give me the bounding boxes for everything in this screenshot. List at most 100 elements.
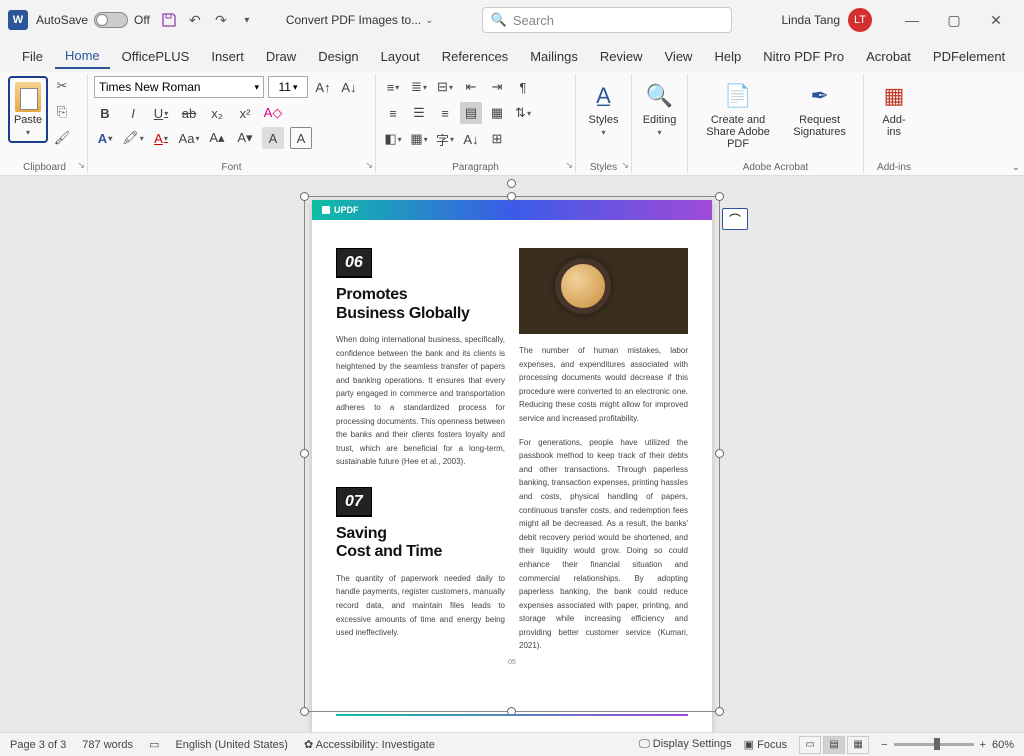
font-name-select[interactable]: Times New Roman▾ [94, 76, 264, 98]
tab-references[interactable]: References [432, 45, 518, 68]
justify-icon[interactable]: ▤ [460, 102, 482, 124]
change-case-icon[interactable]: Aa [178, 127, 200, 149]
addins-button[interactable]: ▦ Add-ins [870, 76, 918, 142]
search-input[interactable]: 🔍 Search [482, 7, 732, 33]
align-left-icon[interactable]: ≡ [382, 102, 404, 124]
maximize-button[interactable]: ▢ [934, 5, 974, 35]
sort-icon[interactable]: A↓ [460, 128, 482, 150]
shrink-font2-icon[interactable]: A▾ [234, 127, 256, 149]
line-spacing-icon[interactable]: ⇅ [512, 102, 534, 124]
redo-icon[interactable]: ↷ [210, 9, 232, 31]
read-mode-icon[interactable]: ▭ [799, 736, 821, 754]
shrink-font-icon[interactable]: A↓ [338, 76, 360, 98]
styles-button[interactable]: A̲ Styles ▾ [582, 76, 625, 141]
tab-foxit[interactable]: Foxit PDF [1017, 45, 1024, 68]
tab-draw[interactable]: Draw [256, 45, 306, 68]
web-layout-icon[interactable]: ▦ [847, 736, 869, 754]
avatar[interactable]: LT [848, 8, 872, 32]
language-indicator[interactable]: English (United States) [175, 739, 288, 751]
italic-button[interactable]: I [122, 102, 144, 124]
char-shading-icon[interactable]: A [262, 127, 284, 149]
tab-review[interactable]: Review [590, 45, 653, 68]
superscript-button[interactable]: x² [234, 102, 256, 124]
font-size-select[interactable]: 11▾ [268, 76, 308, 98]
undo-icon[interactable]: ↶ [184, 9, 206, 31]
layout-options-icon[interactable]: ⌒ [722, 208, 748, 230]
show-marks-icon[interactable]: ¶ [512, 76, 534, 98]
strikethrough-button[interactable]: ab [178, 102, 200, 124]
bullets-icon[interactable]: ≡ [382, 76, 404, 98]
cut-icon[interactable]: ✂ [52, 76, 72, 96]
user-name[interactable]: Linda Tang [782, 13, 841, 27]
snap-icon[interactable]: ⊞ [486, 128, 508, 150]
increase-indent-icon[interactable]: ⇥ [486, 76, 508, 98]
autosave-toggle[interactable]: AutoSave Off [36, 12, 150, 28]
subscript-button[interactable]: x₂ [206, 102, 228, 124]
resize-handle[interactable] [507, 192, 516, 201]
tab-layout[interactable]: Layout [371, 45, 430, 68]
clipboard-launcher[interactable]: ↘ [77, 160, 85, 171]
resize-handle[interactable] [715, 707, 724, 716]
highlight-icon[interactable]: 🖍 [122, 127, 144, 149]
zoom-slider[interactable] [894, 743, 974, 746]
document-canvas[interactable]: ⌒ UPDF 06 PromotesBusiness Globally When… [0, 176, 1024, 732]
zoom-in-button[interactable]: + [980, 739, 986, 751]
collapse-ribbon-icon[interactable]: ⌄ [1012, 162, 1020, 173]
format-painter-icon[interactable]: 🖌 [52, 128, 72, 148]
request-signatures-button[interactable]: ✒ Request Signatures [782, 76, 857, 154]
grow-font2-icon[interactable]: A▴ [206, 127, 228, 149]
qat-customize-icon[interactable]: ▾ [236, 9, 258, 31]
tab-officeplus[interactable]: OfficePLUS [112, 45, 200, 68]
save-icon[interactable] [158, 9, 180, 31]
focus-mode[interactable]: ▣ Focus [744, 738, 787, 751]
paragraph-launcher[interactable]: ↘ [565, 160, 573, 171]
display-settings[interactable]: 🖵 Display Settings [639, 738, 732, 751]
zoom-out-button[interactable]: − [881, 739, 887, 751]
borders-icon[interactable]: ▦ [408, 128, 430, 150]
align-right-icon[interactable]: ≡ [434, 102, 456, 124]
multilevel-icon[interactable]: ⊟ [434, 76, 456, 98]
font-launcher[interactable]: ↘ [365, 160, 373, 171]
text-effects-icon[interactable]: A [94, 127, 116, 149]
tab-insert[interactable]: Insert [201, 45, 254, 68]
zoom-level[interactable]: 60% [992, 739, 1014, 751]
tab-design[interactable]: Design [308, 45, 368, 68]
char-border-icon[interactable]: A [290, 127, 312, 149]
accessibility-checker[interactable]: ✿ Accessibility: Investigate [304, 738, 435, 751]
spellcheck-icon[interactable]: ▭ [149, 738, 159, 751]
close-button[interactable]: ✕ [976, 5, 1016, 35]
tab-help[interactable]: Help [704, 45, 751, 68]
align-center-icon[interactable]: ☰ [408, 102, 430, 124]
grow-font-icon[interactable]: A↑ [312, 76, 334, 98]
decrease-indent-icon[interactable]: ⇤ [460, 76, 482, 98]
numbering-icon[interactable]: ≣ [408, 76, 430, 98]
resize-handle[interactable] [300, 707, 309, 716]
resize-handle[interactable] [300, 449, 309, 458]
tab-pdfelement[interactable]: PDFelement [923, 45, 1015, 68]
font-color-icon[interactable]: A [150, 127, 172, 149]
word-count[interactable]: 787 words [82, 739, 133, 751]
distribute-icon[interactable]: ▦ [486, 102, 508, 124]
tab-file[interactable]: File [12, 45, 53, 68]
resize-handle[interactable] [715, 449, 724, 458]
print-layout-icon[interactable]: ▤ [823, 736, 845, 754]
styles-launcher[interactable]: ↘ [621, 160, 629, 171]
rotate-handle[interactable] [507, 179, 516, 188]
create-share-pdf-button[interactable]: 📄 Create and Share Adobe PDF [694, 76, 782, 154]
underline-button[interactable]: U [150, 102, 172, 124]
tab-view[interactable]: View [655, 45, 703, 68]
resize-handle[interactable] [715, 192, 724, 201]
minimize-button[interactable]: — [892, 5, 932, 35]
shading-icon[interactable]: ◧ [382, 128, 404, 150]
copy-icon[interactable]: ⎘ [52, 102, 72, 122]
asian-layout-icon[interactable]: 字 [434, 128, 456, 150]
editing-button[interactable]: 🔍 Editing ▾ [638, 76, 681, 141]
tab-home[interactable]: Home [55, 44, 110, 69]
paste-button[interactable]: Paste ▾ [8, 76, 48, 143]
tab-mailings[interactable]: Mailings [520, 45, 588, 68]
document-title[interactable]: Convert PDF Images to... ⌄ [286, 13, 434, 27]
tab-nitro[interactable]: Nitro PDF Pro [753, 45, 854, 68]
resize-handle[interactable] [300, 192, 309, 201]
tab-acrobat[interactable]: Acrobat [856, 45, 921, 68]
clear-format-icon[interactable]: A◇ [262, 102, 284, 124]
